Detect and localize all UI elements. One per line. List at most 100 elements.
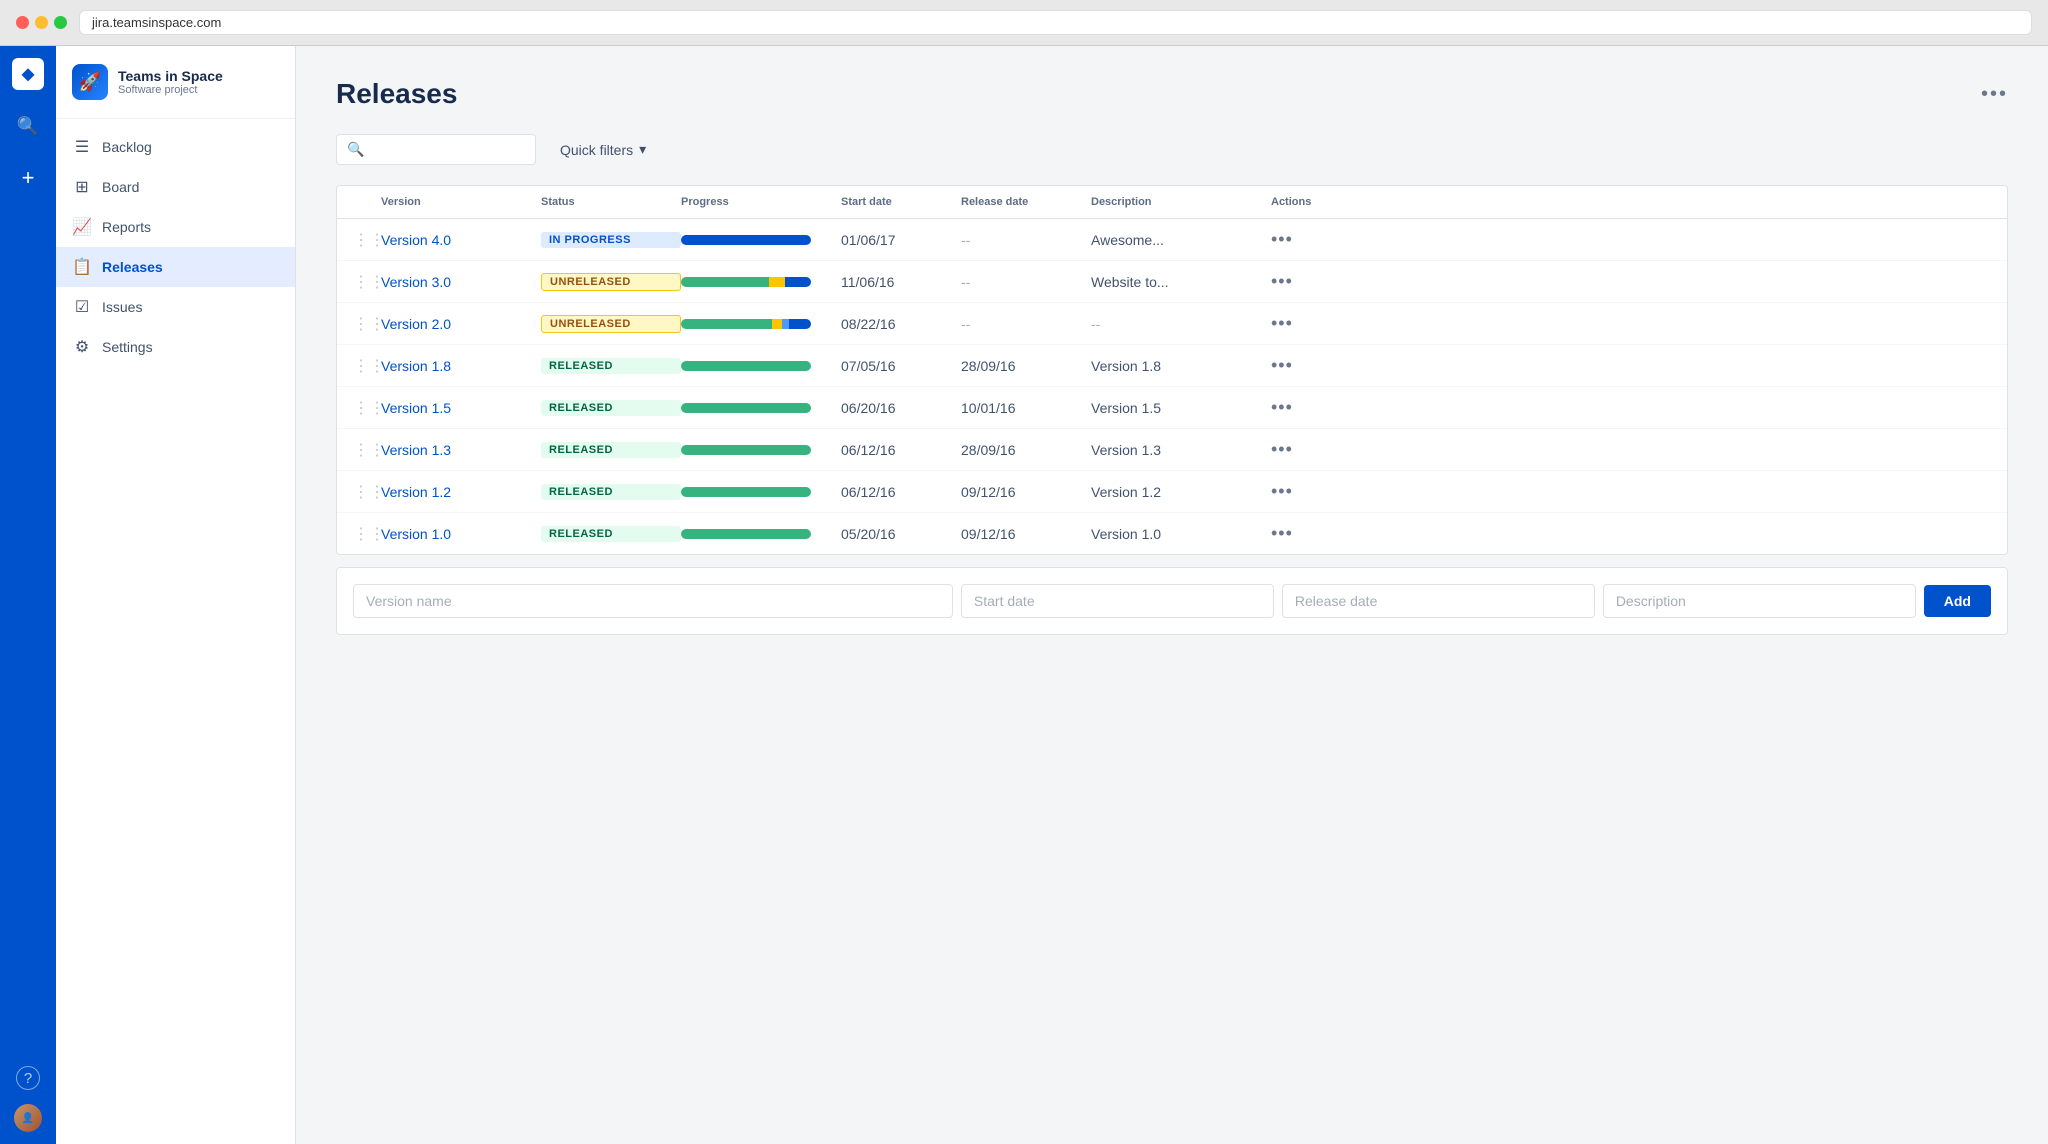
help-icon[interactable]: ? [16, 1066, 40, 1090]
version-name[interactable]: Version 4.0 [381, 232, 541, 248]
start-date-cell: 06/20/16 [841, 400, 961, 416]
row-actions-button[interactable]: ••• [1271, 439, 1351, 460]
progress-segment [785, 277, 811, 287]
release-date-dash: -- [961, 274, 1091, 290]
row-actions-button[interactable]: ••• [1271, 355, 1351, 376]
progress-bar [681, 445, 811, 455]
col-drag [353, 196, 381, 208]
row-actions-button[interactable]: ••• [1271, 313, 1351, 334]
row-actions-button[interactable]: ••• [1271, 523, 1351, 544]
progress-bar [681, 319, 811, 329]
progress-segment [681, 361, 811, 371]
progress-cell [681, 403, 841, 413]
progress-bar [681, 529, 811, 539]
progress-bar [681, 235, 811, 245]
quick-filters-button[interactable]: Quick filters ▾ [548, 135, 658, 164]
table-row[interactable]: ⋮⋮ Version 1.2 RELEASED 06/12/16 09/12/1… [337, 471, 2007, 513]
release-date-dash: -- [961, 316, 1091, 332]
maximize-button[interactable] [54, 16, 67, 29]
drag-handle[interactable]: ⋮⋮ [353, 482, 381, 502]
add-version-row: Add [336, 567, 2008, 635]
progress-bar [681, 487, 811, 497]
table-row[interactable]: ⋮⋮ Version 1.0 RELEASED 05/20/16 09/12/1… [337, 513, 2007, 554]
issues-icon: ☑ [72, 297, 92, 317]
board-icon: ⊞ [72, 177, 92, 197]
version-name[interactable]: Version 1.5 [381, 400, 541, 416]
close-button[interactable] [16, 16, 29, 29]
release-date-input[interactable] [1282, 584, 1595, 618]
sidebar-item-settings[interactable]: ⚙ Settings [56, 327, 295, 367]
version-name[interactable]: Version 2.0 [381, 316, 541, 332]
col-description: Description [1091, 196, 1271, 208]
address-bar[interactable]: jira.teamsinspace.com [79, 10, 2032, 35]
release-date-cell: 10/01/16 [961, 400, 1091, 416]
table-row[interactable]: ⋮⋮ Version 2.0 UNRELEASED 08/22/16 -- --… [337, 303, 2007, 345]
main-content: Releases ••• 🔍 Quick filters ▾ Version S… [296, 46, 2048, 1144]
description-cell: Website to... [1091, 274, 1271, 290]
version-name[interactable]: Version 1.2 [381, 484, 541, 500]
start-date-cell: 08/22/16 [841, 316, 961, 332]
row-actions-button[interactable]: ••• [1271, 229, 1351, 250]
minimize-button[interactable] [35, 16, 48, 29]
version-name[interactable]: Version 3.0 [381, 274, 541, 290]
sidebar-item-label: Backlog [102, 139, 152, 155]
row-actions-button[interactable]: ••• [1271, 481, 1351, 502]
progress-segment [789, 319, 811, 329]
drag-handle[interactable]: ⋮⋮ [353, 272, 381, 292]
description-cell: Version 1.3 [1091, 442, 1271, 458]
sidebar-item-backlog[interactable]: ☰ Backlog [56, 127, 295, 167]
drag-handle[interactable]: ⋮⋮ [353, 440, 381, 460]
drag-handle[interactable]: ⋮⋮ [353, 524, 381, 544]
row-actions-button[interactable]: ••• [1271, 271, 1351, 292]
status-badge: UNRELEASED [541, 273, 681, 291]
release-date-cell: 28/09/16 [961, 358, 1091, 374]
table-row[interactable]: ⋮⋮ Version 1.3 RELEASED 06/12/16 28/09/1… [337, 429, 2007, 471]
search-input[interactable] [372, 142, 525, 158]
global-search-icon[interactable]: 🔍 [12, 110, 44, 142]
page-more-actions[interactable]: ••• [1981, 83, 2008, 106]
col-actions: Actions [1271, 196, 1351, 208]
create-icon[interactable]: + [12, 162, 44, 194]
project-name: Teams in Space [118, 68, 223, 84]
add-button[interactable]: Add [1924, 585, 1991, 617]
progress-segment [681, 277, 769, 287]
status-badge: IN PROGRESS [541, 232, 681, 248]
user-avatar[interactable]: 👤 [14, 1104, 42, 1132]
drag-handle[interactable]: ⋮⋮ [353, 314, 381, 334]
sidebar-item-releases[interactable]: 📋 Releases [56, 247, 295, 287]
sidebar: 🚀 Teams in Space Software project ☰ Back… [56, 46, 296, 1144]
version-name[interactable]: Version 1.8 [381, 358, 541, 374]
drag-handle[interactable]: ⋮⋮ [353, 356, 381, 376]
table-row[interactable]: ⋮⋮ Version 3.0 UNRELEASED 11/06/16 -- We… [337, 261, 2007, 303]
sidebar-item-board[interactable]: ⊞ Board [56, 167, 295, 207]
version-name[interactable]: Version 1.0 [381, 526, 541, 542]
filters-row: 🔍 Quick filters ▾ [336, 134, 2008, 165]
page-title: Releases [336, 78, 457, 110]
start-date-input[interactable] [961, 584, 1274, 618]
progress-cell [681, 529, 841, 539]
version-name[interactable]: Version 1.3 [381, 442, 541, 458]
drag-handle[interactable]: ⋮⋮ [353, 398, 381, 418]
sidebar-item-reports[interactable]: 📈 Reports [56, 207, 295, 247]
project-header: 🚀 Teams in Space Software project [56, 46, 295, 119]
sidebar-item-issues[interactable]: ☑ Issues [56, 287, 295, 327]
progress-bar [681, 361, 811, 371]
version-name-input[interactable] [353, 584, 953, 618]
chevron-down-icon: ▾ [639, 141, 646, 158]
table-row[interactable]: ⋮⋮ Version 4.0 IN PROGRESS 01/06/17 -- A… [337, 219, 2007, 261]
table-row[interactable]: ⋮⋮ Version 1.8 RELEASED 07/05/16 28/09/1… [337, 345, 2007, 387]
drag-handle[interactable]: ⋮⋮ [353, 230, 381, 250]
progress-segment [681, 403, 811, 413]
progress-bar [681, 403, 811, 413]
release-date-cell: 28/09/16 [961, 442, 1091, 458]
progress-cell [681, 277, 841, 287]
row-actions-button[interactable]: ••• [1271, 397, 1351, 418]
description-dash: -- [1091, 316, 1271, 332]
progress-cell [681, 361, 841, 371]
start-date-cell: 06/12/16 [841, 442, 961, 458]
table-row[interactable]: ⋮⋮ Version 1.5 RELEASED 06/20/16 10/01/1… [337, 387, 2007, 429]
description-cell: Version 1.0 [1091, 526, 1271, 542]
app-logo[interactable]: ◆ [12, 58, 44, 90]
description-input[interactable] [1603, 584, 1916, 618]
search-box[interactable]: 🔍 [336, 134, 536, 165]
